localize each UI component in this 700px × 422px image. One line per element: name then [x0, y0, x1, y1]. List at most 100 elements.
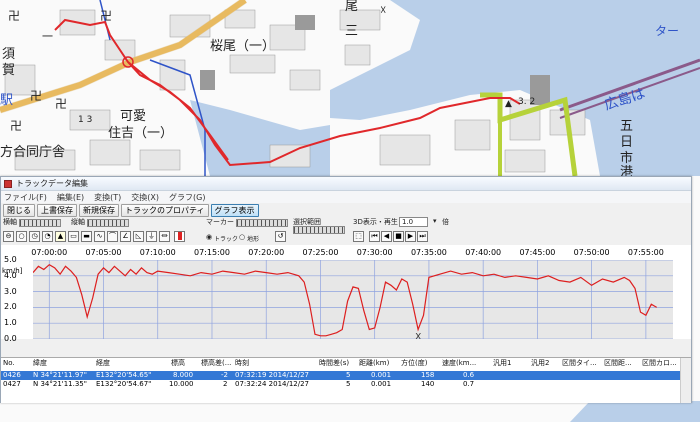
speed-select[interactable]: 1.0 [399, 217, 429, 227]
close-button[interactable]: 閉じる [3, 203, 35, 217]
play-back-icon[interactable]: ◀ [381, 231, 392, 242]
horizontal-axis-slider[interactable] [19, 219, 61, 227]
map-water-bottom [570, 401, 700, 422]
circle-icon[interactable]: ○ [16, 231, 27, 242]
cell-elevation: 10.000 [169, 380, 194, 388]
header-segment-calories[interactable]: 区間カロ... [642, 359, 677, 368]
marker-slider[interactable] [236, 219, 288, 227]
menu-edit[interactable]: 編集(E) [57, 192, 84, 203]
map-school-icon: ☓ [380, 3, 386, 17]
3d-icon[interactable]: ⬚ [353, 231, 364, 242]
y-tick-label: 5.0 [4, 255, 17, 264]
y-axis-unit: km/h] [2, 267, 23, 275]
speed-series-line [33, 263, 658, 337]
menu-convert[interactable]: 変換(T) [94, 192, 121, 203]
x-tick-label: 07:25:00 [302, 248, 339, 257]
curve-icon[interactable]: ⌒ [107, 231, 118, 242]
play-start-icon[interactable]: ⏮ [369, 231, 380, 242]
radio-terrain[interactable]: ○ [239, 233, 245, 241]
table-scrollbar[interactable] [680, 358, 691, 403]
header-bearing[interactable]: 方位(度) [401, 359, 427, 368]
menu-graph[interactable]: グラフ(G) [169, 192, 205, 203]
cell-distance: 0.001 [371, 380, 392, 388]
play-end-icon[interactable]: ⏭ [417, 231, 428, 242]
clock-icon[interactable]: ◷ [29, 231, 40, 242]
radio-track[interactable]: ◉ [206, 233, 212, 241]
menu-file[interactable]: ファイル(F) [4, 192, 47, 203]
x-tick-label: 07:05:00 [85, 248, 122, 257]
marker-flag-icon[interactable] [174, 231, 185, 242]
graph-display-button[interactable]: グラフ表示 [210, 203, 259, 217]
header-time-diff[interactable]: 時間差(s) [319, 359, 349, 368]
svg-text:卍: 卍 [55, 97, 67, 111]
header-elev-diff[interactable]: 標高差(... [201, 359, 231, 368]
new-save-button[interactable]: 新規保存 [79, 203, 119, 217]
selection-range-slider[interactable] [293, 226, 345, 234]
zoom-fit-icon[interactable]: ⊖ [3, 231, 14, 242]
table-row[interactable]: 0426 N 34°21'11.97" E132°20'54.65" 8.000… [1, 371, 691, 380]
plug-icon[interactable]: ⏚ [146, 231, 157, 242]
map-label-gouchousha: 方合同庁舎 [0, 144, 65, 160]
track-editor-window[interactable]: トラックデータ編集 ファイル(F) 編集(E) 変換(T) 交換(X) グラフ(… [0, 176, 692, 403]
table-header: No. 緯度 経度 標高 標高差(... 時刻 時間差(s) 距離(km) 方位… [1, 359, 691, 368]
chevron-down-icon[interactable]: ▾ [433, 217, 437, 225]
cell-bearing: 140 [421, 380, 435, 388]
map-label-gohi: 五 [620, 119, 633, 134]
x-tick-label: 07:30:00 [356, 248, 393, 257]
cell-latitude: N 34°21'11.35" [33, 380, 87, 388]
table-row[interactable]: 0427 N 34°21'11.35" E132°20'54.67" 10.00… [1, 380, 691, 389]
map-label-mark2: 3. 2 [518, 97, 535, 107]
cell-elev-diff: -2 [221, 371, 228, 379]
vertical-axis-slider[interactable] [87, 219, 129, 227]
toolbar-graph: 横軸 縦軸 マーカー 選択範囲 3D表示・再生 1.0 ▾ 倍 ⊖ ○ ◷ ◔ … [1, 217, 691, 245]
bar-icon[interactable]: ▭ [68, 231, 79, 242]
title-bar[interactable]: トラックデータ編集 [1, 177, 691, 191]
pie-icon[interactable]: ◔ [42, 231, 53, 242]
menu-bar: ファイル(F) 編集(E) 変換(T) 交換(X) グラフ(G) [1, 191, 691, 203]
rect-icon[interactable]: ▬ [81, 231, 92, 242]
speed-graph[interactable]: 07:00:00 07:05:00 07:10:00 07:15:00 07:20:00… [1, 245, 691, 343]
header-distance[interactable]: 距離(km) [359, 359, 389, 368]
cell-no: 0427 [3, 380, 21, 388]
app-icon [4, 179, 12, 188]
reset-icon[interactable]: ↺ [275, 231, 286, 242]
map-label-one: 一 [42, 30, 53, 43]
graph-plot-area[interactable]: X [33, 260, 673, 339]
toolbar-main: 閉じる 上書保存 新規保存 トラックのプロパティ グラフ表示 [1, 203, 691, 217]
slope-icon[interactable]: ◺ [133, 231, 144, 242]
track-properties-button[interactable]: トラックのプロパティ [121, 203, 209, 217]
map-label-sakurao: 桜尾（一） [210, 39, 275, 54]
track-point-table[interactable]: No. 緯度 経度 標高 標高差(... 時刻 時間差(s) 距離(km) 方位… [1, 357, 691, 403]
map-label-eki: 駅 [0, 93, 13, 108]
menu-exchange[interactable]: 交換(X) [131, 192, 159, 203]
play-icon[interactable]: ▶ [405, 231, 416, 242]
cell-time: 07:32:19 2014/12/27 [235, 371, 310, 379]
x-tick-label: 07:15:00 [194, 248, 230, 257]
angle-icon[interactable]: ∠ [120, 231, 131, 242]
cell-time: 07:32:24 2014/12/27 [235, 380, 310, 388]
mountain-icon[interactable]: ▲ [55, 231, 66, 242]
header-generic2[interactable]: 汎用2 [531, 359, 549, 368]
cell-bearing: 158 [421, 371, 435, 379]
map-label-sugo: 須 [2, 47, 15, 62]
map-label-ga: 賀 [2, 63, 15, 78]
x-tick-label: 07:55:00 [627, 248, 664, 257]
overwrite-save-button[interactable]: 上書保存 [37, 203, 77, 217]
header-speed[interactable]: 速度(km... [442, 359, 476, 368]
x-tick-label: 07:45:00 [519, 248, 556, 257]
header-generic1[interactable]: 汎用1 [493, 359, 511, 368]
header-no[interactable]: No. [3, 359, 15, 368]
stop-icon[interactable]: ■ [393, 231, 404, 242]
plug-alt-icon[interactable]: ⏛ [159, 231, 170, 242]
marker-x-label: X [415, 332, 421, 339]
y-tick-label: 0.0 [4, 334, 17, 343]
header-latitude[interactable]: 緯度 [33, 359, 47, 368]
map-triangle-icon: ▲ [505, 99, 512, 109]
x-tick-label: 07:10:00 [139, 248, 176, 257]
header-longitude[interactable]: 経度 [96, 359, 110, 368]
header-segment-distance[interactable]: 区間距... [604, 359, 632, 368]
header-segment-time[interactable]: 区間タイ... [562, 359, 597, 368]
header-time[interactable]: 時刻 [235, 359, 249, 368]
wave-icon[interactable]: ∿ [94, 231, 105, 242]
header-elevation[interactable]: 標高 [171, 359, 185, 368]
